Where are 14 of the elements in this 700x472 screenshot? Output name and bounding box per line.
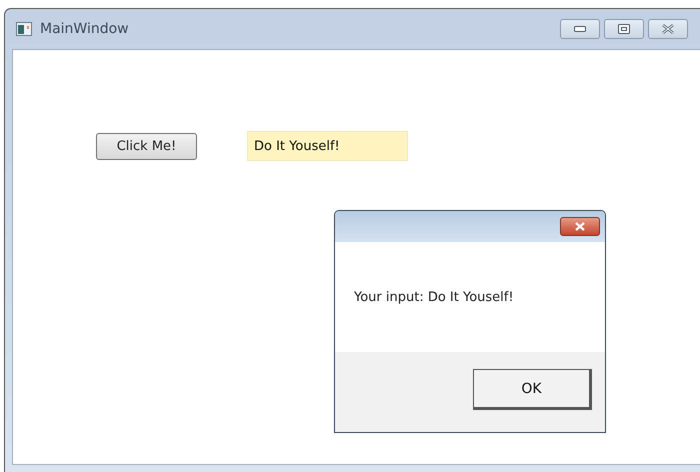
- close-icon: [574, 222, 586, 231]
- text-field[interactable]: Do It Youself!: [247, 131, 408, 161]
- close-icon: [661, 24, 675, 34]
- window-title: MainWindow: [40, 21, 129, 37]
- maximize-icon: [618, 24, 630, 34]
- message-text: Your input: Do It Youself!: [354, 290, 514, 304]
- minimize-icon: [574, 26, 586, 32]
- close-button[interactable]: [560, 217, 600, 236]
- window-icon: [16, 22, 32, 36]
- maximize-button[interactable]: [604, 19, 644, 39]
- minimize-button[interactable]: [560, 19, 600, 39]
- close-button[interactable]: [648, 19, 688, 39]
- ok-button[interactable]: OK: [473, 369, 592, 410]
- click-me-button[interactable]: Click Me!: [96, 132, 197, 160]
